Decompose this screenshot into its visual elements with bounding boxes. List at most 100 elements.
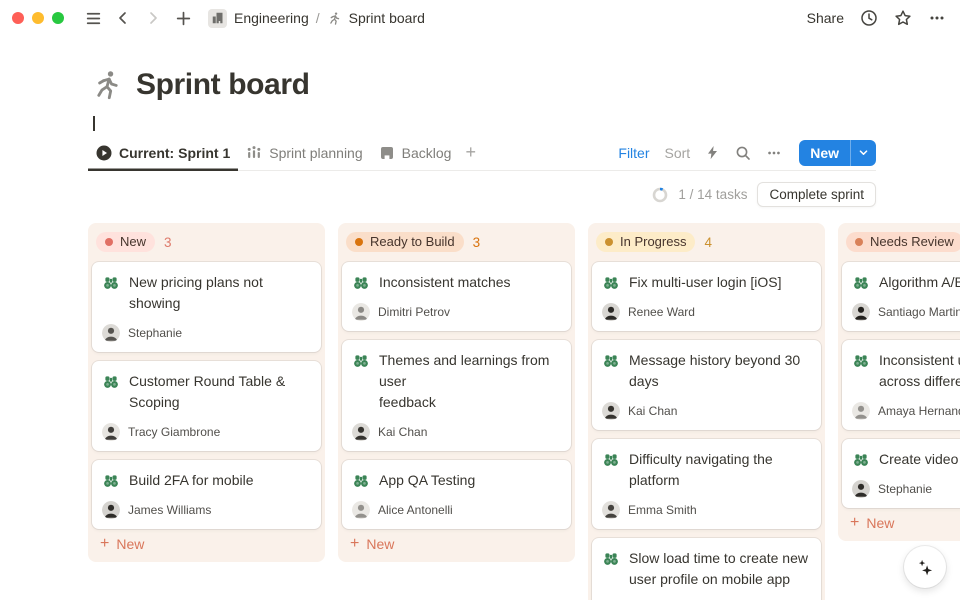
assignee-row: Kai Chan	[352, 423, 561, 441]
tab-sprint-planning[interactable]: Sprint planning	[238, 135, 370, 171]
automation-bolt-icon[interactable]	[705, 145, 720, 160]
breadcrumb-workspace[interactable]: Engineering	[234, 10, 309, 26]
add-card-button[interactable]: +New	[842, 508, 902, 535]
task-card[interactable]: Difficulty navigating the platform Emma …	[592, 439, 821, 529]
close-window-button[interactable]	[12, 12, 24, 24]
minimize-window-button[interactable]	[32, 12, 44, 24]
card-list: Fix multi-user login [iOS] Renee Ward Me…	[592, 262, 821, 600]
assignee-row: Emma Smith	[602, 501, 811, 519]
binoculars-icon	[602, 550, 620, 568]
breadcrumb: Engineering / Sprint board	[208, 9, 425, 28]
task-card[interactable]: New pricing plans not showing Stephanie	[92, 262, 321, 352]
avatar	[852, 303, 870, 321]
task-title: Algorithm A/B	[879, 272, 960, 293]
task-card[interactable]: Build 2FA for mobile James Williams	[92, 460, 321, 529]
sort-button[interactable]: Sort	[665, 145, 691, 161]
task-card[interactable]: Algorithm A/B Santiago Martine	[842, 262, 960, 331]
complete-sprint-button[interactable]: Complete sprint	[757, 182, 876, 207]
new-task-dropdown[interactable]	[850, 140, 876, 166]
favorite-star-icon[interactable]	[894, 9, 912, 27]
binoculars-icon	[852, 274, 870, 292]
task-title: Themes and learnings from user feedback	[379, 350, 561, 413]
ai-assistant-button[interactable]	[904, 546, 946, 588]
assignee-name: Dimitri Petrov	[378, 305, 450, 319]
more-options-icon[interactable]	[928, 9, 946, 27]
binoculars-icon	[352, 472, 370, 490]
add-view-icon[interactable]: +	[459, 142, 482, 163]
tab-label: Sprint planning	[269, 145, 362, 161]
column-header: Ready to Build 3	[342, 229, 571, 253]
share-button[interactable]: Share	[807, 10, 844, 26]
assignee-row: Santiago Martine	[852, 303, 960, 321]
task-card[interactable]: Message history beyond 30 days Kai Chan	[592, 340, 821, 430]
page-title[interactable]: Sprint board	[136, 68, 310, 102]
new-page-icon[interactable]	[170, 5, 196, 31]
binoculars-icon	[102, 274, 120, 292]
add-card-button[interactable]: +New	[92, 529, 152, 556]
add-card-label: New	[366, 536, 394, 552]
binoculars-icon	[602, 352, 620, 370]
back-icon[interactable]	[110, 5, 136, 31]
play-circle-icon	[96, 145, 112, 161]
view-tabs-bar: Current: Sprint 1 Sprint planning Backlo…	[88, 135, 876, 171]
task-card[interactable]: Fix multi-user login [iOS] Renee Ward	[592, 262, 821, 331]
group-pill[interactable]: In Progress	[596, 232, 695, 252]
task-title: Fix multi-user login [iOS]	[629, 272, 781, 293]
group-pill[interactable]: Needs Review	[846, 232, 960, 252]
assignee-row: Kai Chan	[602, 402, 811, 420]
card-list: New pricing plans not showing Stephanie …	[92, 262, 321, 529]
assignee-row: Amaya Hernande	[852, 402, 960, 420]
task-card[interactable]: Inconsistent matches Dimitri Petrov	[342, 262, 571, 331]
text-cursor	[93, 116, 95, 131]
new-task-button[interactable]: New	[799, 140, 876, 166]
search-icon[interactable]	[735, 145, 751, 161]
notion-window: { "colors": { "accent_blue": "#2383E2", …	[0, 0, 960, 600]
group-pill[interactable]: Ready to Build	[346, 232, 464, 252]
column-header: New 3	[92, 229, 321, 253]
avatar	[602, 303, 620, 321]
breadcrumb-page[interactable]: Sprint board	[349, 10, 425, 26]
status-dot	[355, 238, 363, 246]
add-card-button[interactable]: + New	[342, 529, 402, 556]
sidebar-menu-icon[interactable]	[80, 5, 106, 31]
page-header: Sprint board	[90, 68, 960, 102]
assignee-row: Tracy Giambrone	[102, 423, 311, 441]
task-card[interactable]: Slow load time to create new user profil…	[592, 538, 821, 600]
task-card[interactable]: Customer Round Table & Scoping Tracy Gia…	[92, 361, 321, 451]
view-more-icon[interactable]	[766, 145, 782, 161]
group-name: New	[120, 234, 146, 249]
status-dot	[855, 238, 863, 246]
column-header: In Progress 4	[592, 229, 821, 253]
task-title: App QA Testing	[379, 470, 475, 491]
group-count: 4	[704, 235, 712, 250]
assignee-name: James Williams	[128, 503, 211, 517]
tab-backlog[interactable]: Backlog	[371, 135, 460, 171]
assignee-name: Renee Ward	[628, 305, 695, 319]
assignee-name: Kai Chan	[378, 425, 427, 439]
column-header: Needs Review	[842, 229, 960, 253]
history-clock-icon[interactable]	[860, 9, 878, 27]
tab-current-sprint[interactable]: Current: Sprint 1	[88, 135, 238, 171]
task-card[interactable]: App QA Testing Alice Antonelli	[342, 460, 571, 529]
task-card[interactable]: Themes and learnings from user feedback …	[342, 340, 571, 451]
avatar	[602, 501, 620, 519]
avatar	[852, 480, 870, 498]
zoom-window-button[interactable]	[52, 12, 64, 24]
running-person-page-icon[interactable]	[90, 68, 124, 102]
avatar	[102, 423, 120, 441]
group-pill[interactable]: New	[96, 232, 155, 252]
tab-label: Current: Sprint 1	[119, 145, 230, 161]
new-task-label[interactable]: New	[799, 140, 850, 166]
task-card[interactable]: Inconsistent u across differe Amaya Hern…	[842, 340, 960, 430]
running-person-icon	[327, 11, 342, 26]
task-card[interactable]: Create video g Stephanie	[842, 439, 960, 508]
task-title: Customer Round Table & Scoping	[129, 371, 285, 413]
task-title: Inconsistent u across differe	[879, 350, 960, 392]
avatar	[602, 402, 620, 420]
task-title: Build 2FA for mobile	[129, 470, 254, 491]
plus-icon: +	[350, 537, 359, 551]
board-column-in-progress: In Progress 4 Fix multi-user login [iOS]…	[588, 223, 825, 600]
forward-icon[interactable]	[140, 5, 166, 31]
filter-button[interactable]: Filter	[618, 145, 649, 161]
group-name: Ready to Build	[370, 234, 455, 249]
